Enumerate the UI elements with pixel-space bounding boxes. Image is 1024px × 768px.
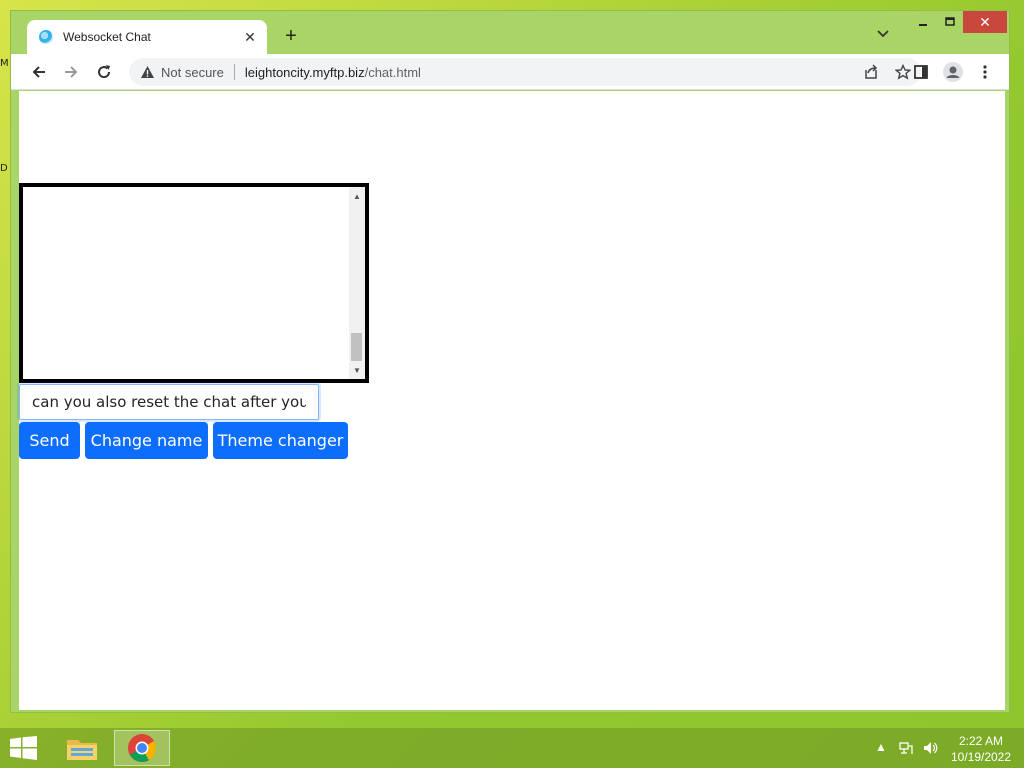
volume-icon[interactable] <box>920 740 940 756</box>
address-bar[interactable]: Not secure leightoncity.myftp.biz/chat.h… <box>129 58 921 86</box>
web-page: ▲ ▼ Send Change name Theme changer <box>19 91 1005 710</box>
back-arrow-icon[interactable] <box>27 60 51 84</box>
browser-toolbar: Not secure leightoncity.myftp.biz/chat.h… <box>11 54 1009 90</box>
send-button[interactable]: Send <box>19 422 80 459</box>
taskbar: ▲ 2:22 AM 10/19/2022 <box>0 728 1024 768</box>
share-icon[interactable] <box>861 62 881 82</box>
scroll-up-arrow-icon[interactable]: ▲ <box>349 189 365 203</box>
tab-search-chevron-icon[interactable] <box>877 27 889 41</box>
system-clock[interactable]: 2:22 AM 10/19/2022 <box>946 733 1016 765</box>
chrome-taskbar-icon[interactable] <box>114 730 170 766</box>
new-tab-button[interactable]: + <box>279 25 303 48</box>
address-separator <box>233 64 235 80</box>
minimize-button[interactable] <box>910 11 936 33</box>
menu-dots-icon[interactable] <box>973 60 997 84</box>
theme-changer-button[interactable]: Theme changer <box>213 422 348 459</box>
tab-title: Websocket Chat <box>63 30 151 44</box>
clock-time: 2:22 AM <box>958 734 1004 748</box>
file-explorer-icon[interactable] <box>54 730 110 766</box>
url-host: leightoncity.myftp.biz <box>244 64 365 80</box>
tab-websocket-chat[interactable]: Websocket Chat ✕ <box>27 20 267 54</box>
chat-log[interactable]: ▲ ▼ <box>19 183 369 383</box>
clock-date: 10/19/2022 <box>950 750 1012 764</box>
security-label: Not secure <box>161 64 224 80</box>
message-input[interactable] <box>19 384 319 420</box>
windows-start-icon[interactable] <box>10 736 38 760</box>
tab-close-icon[interactable]: ✕ <box>239 29 261 46</box>
network-icon[interactable] <box>896 740 916 756</box>
reload-icon[interactable] <box>92 60 116 84</box>
scroll-down-arrow-icon[interactable]: ▼ <box>349 363 365 377</box>
scroll-thumb[interactable] <box>351 333 362 361</box>
side-panel-icon[interactable] <box>909 60 933 84</box>
close-window-button[interactable]: ✕ <box>963 11 1007 33</box>
change-name-button[interactable]: Change name <box>85 422 208 459</box>
chat-scrollbar[interactable]: ▲ ▼ <box>349 187 365 379</box>
maximize-button[interactable] <box>936 11 964 33</box>
show-hidden-icons-icon[interactable]: ▲ <box>874 740 888 754</box>
profile-avatar-icon[interactable] <box>941 60 965 84</box>
url-path: /chat.html <box>364 64 421 80</box>
forward-arrow-icon[interactable] <box>59 60 83 84</box>
warning-icon[interactable] <box>139 64 155 80</box>
favicon-icon <box>39 30 53 44</box>
tab-strip: Websocket Chat ✕ + ✕ <box>11 11 1009 54</box>
browser-window: Websocket Chat ✕ + ✕ Not secure leighton… <box>10 10 1010 713</box>
